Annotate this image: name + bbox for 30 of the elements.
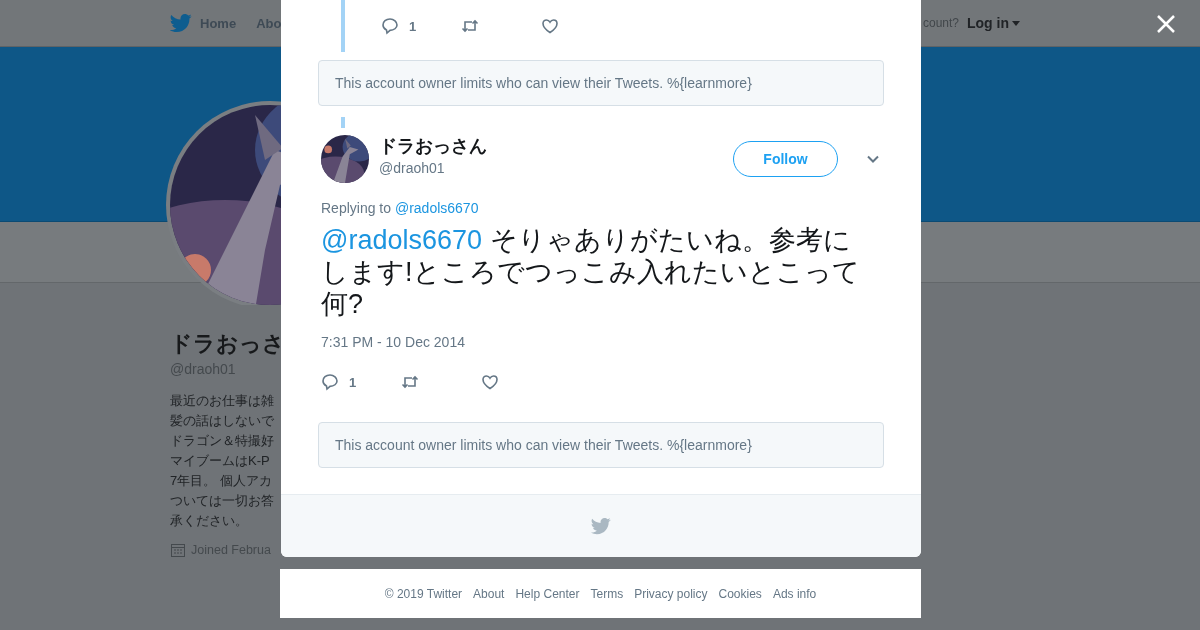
author-name: ドラおっさん: [379, 135, 488, 158]
reply-icon[interactable]: [321, 373, 339, 391]
bird-icon: [591, 516, 611, 536]
heart-icon[interactable]: [541, 17, 559, 35]
caret-icon: [1012, 20, 1020, 26]
profile-name: ドラおっさ: [170, 330, 280, 358]
restricted-notice: This account owner limits who can view their Tweets. %{learnmore}: [318, 422, 884, 468]
reply-icon[interactable]: [381, 17, 399, 35]
heart-icon[interactable]: [481, 373, 499, 391]
replying-to-text: Replying to @radols6670: [321, 200, 480, 216]
login-link[interactable]: Log in: [967, 15, 1020, 31]
footer-link[interactable]: Ads info: [772, 586, 817, 601]
calendar-icon: [170, 542, 186, 558]
reply-count: 1: [409, 18, 417, 34]
follow-button[interactable]: Follow: [733, 141, 838, 177]
retweet-icon[interactable]: [461, 17, 479, 35]
footer-link[interactable]: Terms: [590, 586, 624, 601]
restricted-notice: This account owner limits who can view their Tweets. %{learnmore}: [318, 60, 884, 106]
reply-count: 1: [349, 374, 357, 390]
retweet-icon[interactable]: [401, 373, 419, 391]
footer-link[interactable]: About: [473, 586, 505, 601]
copyright-text: © 2019 Twitter: [384, 586, 463, 601]
mention-link[interactable]: @radols6670: [321, 225, 482, 255]
tweet-text: @radols6670 そりゃありがたいね。参考にします!ところでつっこみ入れたいとこって何?: [321, 224, 861, 320]
author-handle: @draoh01: [379, 160, 446, 176]
footer-link[interactable]: Privacy policy: [634, 586, 708, 601]
tweet-timestamp: 7:31 PM - 10 Dec 2014: [321, 334, 466, 350]
footer-link[interactable]: Help Center: [515, 586, 580, 601]
mention-link[interactable]: @radols6670: [394, 200, 479, 216]
footer-link[interactable]: Cookies: [718, 586, 762, 601]
